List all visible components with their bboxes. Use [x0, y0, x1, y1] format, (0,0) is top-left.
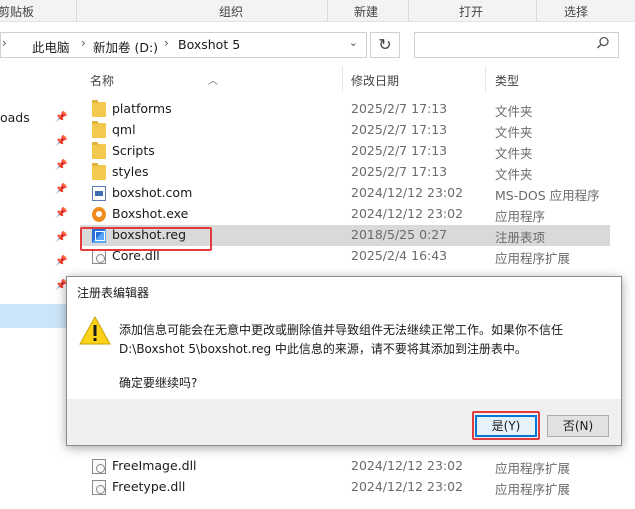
ribbon-separator [76, 0, 77, 22]
file-date: 2024/12/12 23:02 [351, 206, 464, 221]
search-icon [596, 36, 609, 49]
breadcrumb-this-pc[interactable]: 此电脑 [32, 37, 70, 56]
file-type: 应用程序 [495, 209, 546, 224]
nav-item-downloads-label[interactable]: oads [0, 110, 30, 125]
ribbon-group-clipboard: 剪贴板 [0, 5, 35, 19]
ribbon-separator [327, 0, 328, 22]
file-name: boxshot.com [112, 185, 193, 200]
address-bar[interactable]: › 此电脑 › 新加卷 (D:) › Boxshot 5 ⌄ [0, 32, 367, 58]
pin-icon: 📌 [55, 232, 68, 243]
file-type: 文件夹 [495, 125, 533, 140]
column-separator[interactable] [485, 66, 486, 92]
file-date: 2024/12/12 23:02 [351, 458, 464, 473]
pin-icon: 📌 [55, 208, 68, 219]
chevron-right-icon[interactable]: › [164, 36, 169, 50]
dialog-message-line2: D:\Boxshot 5\boxshot.reg 中此信息的来源，请不要将其添加… [119, 342, 527, 356]
ribbon-group-open: 打开 [459, 5, 484, 19]
file-row[interactable]: FreeImage.dll 2024/12/12 23:02 应用程序扩展 [80, 456, 635, 477]
pin-icon: 📌 [55, 112, 68, 123]
explorer-window: 剪贴板 组织 新建 打开 选择 › 此电脑 › 新加卷 (D:) › Boxsh… [0, 0, 635, 509]
file-name: qml [112, 122, 136, 137]
ribbon-group-organize: 组织 [219, 5, 244, 19]
pin-icon: 📌 [55, 160, 68, 171]
column-header-date[interactable]: 修改日期 [351, 72, 399, 89]
file-type: 文件夹 [495, 167, 533, 182]
dialog-message-line1: 添加信息可能会在无意中更改或删除值并导致组件无法继续正常工作。如果你不信任 [119, 323, 564, 337]
folder-icon [92, 121, 106, 138]
breadcrumb-boxshot5[interactable]: Boxshot 5 [178, 37, 240, 52]
file-type: 应用程序扩展 [495, 461, 571, 476]
file-row[interactable]: Freetype.dll 2024/12/12 23:02 应用程序扩展 [80, 477, 635, 498]
dialog-title: 注册表编辑器 [77, 286, 150, 300]
file-name: Scripts [112, 143, 155, 158]
ribbon-separator [536, 0, 537, 22]
file-type: 文件夹 [495, 146, 533, 161]
file-row[interactable]: qml 2025/2/7 17:13 文件夹 [80, 120, 635, 141]
warning-icon [79, 315, 111, 345]
ribbon-group-new: 新建 [354, 5, 379, 19]
file-type: 应用程序扩展 [495, 251, 571, 266]
msdos-app-icon [92, 186, 106, 201]
file-date: 2025/2/4 16:43 [351, 248, 448, 263]
sort-ascending-icon: ︿ [208, 76, 218, 87]
file-type: 应用程序扩展 [495, 482, 571, 497]
chevron-right-icon[interactable]: › [81, 36, 86, 50]
folder-icon [92, 100, 106, 117]
file-name: FreeImage.dll [112, 458, 197, 473]
file-name: platforms [112, 101, 172, 116]
file-row[interactable]: styles 2025/2/7 17:13 文件夹 [80, 162, 635, 183]
dll-file-icon [92, 249, 106, 264]
column-header-type[interactable]: 类型 [495, 72, 519, 89]
ribbon-group-labels: 剪贴板 组织 新建 打开 选择 [0, 0, 635, 22]
annotation-highlight-box [80, 227, 212, 251]
file-type: 注册表项 [495, 230, 546, 245]
dll-file-icon [92, 459, 106, 474]
file-name: styles [112, 164, 149, 179]
column-header-name[interactable]: 名称 [90, 72, 114, 89]
file-row[interactable]: platforms 2025/2/7 17:13 文件夹 [80, 99, 635, 120]
refresh-icon: ↻ [378, 35, 392, 54]
file-name: Boxshot.exe [112, 206, 189, 221]
file-row[interactable]: Boxshot.exe 2024/12/12 23:02 应用程序 [80, 204, 635, 225]
file-row[interactable]: boxshot.com 2024/12/12 23:02 MS-DOS 应用程序 [80, 183, 635, 204]
file-date: 2024/12/12 23:02 [351, 185, 464, 200]
chevron-right-icon: › [2, 36, 7, 50]
ribbon-separator [408, 0, 409, 22]
no-button[interactable]: 否(N) [547, 415, 609, 437]
file-type: 文件夹 [495, 104, 533, 119]
folder-icon [92, 142, 106, 159]
folder-icon [92, 163, 106, 180]
boxshot-app-icon [92, 207, 106, 222]
pin-icon: 📌 [55, 256, 68, 267]
pin-icon: 📌 [55, 136, 68, 147]
file-date: 2025/2/7 17:13 [351, 143, 448, 158]
file-date: 2024/12/12 23:02 [351, 479, 464, 494]
chevron-down-icon[interactable]: ⌄ [349, 36, 358, 49]
dialog-confirm-question: 确定要继续吗? [119, 376, 198, 390]
column-headers: ︿ 名称 修改日期 类型 [80, 66, 635, 92]
nav-item-selected[interactable] [0, 304, 70, 328]
breadcrumb-drive-d[interactable]: 新加卷 (D:) [93, 37, 158, 56]
navigation-pane: oads 📌 📌 📌 📌 📌 📌 📌 📌 [0, 66, 72, 509]
file-row[interactable]: Scripts 2025/2/7 17:13 文件夹 [80, 141, 635, 162]
ribbon-group-select: 选择 [564, 5, 589, 19]
pin-icon: 📌 [55, 184, 68, 195]
annotation-highlight-box [472, 411, 540, 440]
dll-file-icon [92, 480, 106, 495]
refresh-button[interactable]: ↻ [370, 32, 400, 58]
file-date: 2025/2/7 17:13 [351, 122, 448, 137]
file-name: Freetype.dll [112, 479, 186, 494]
file-type: MS-DOS 应用程序 [495, 188, 600, 203]
address-toolbar: › 此电脑 › 新加卷 (D:) › Boxshot 5 ⌄ ↻ [0, 22, 635, 66]
column-separator[interactable] [342, 66, 343, 92]
search-input[interactable] [414, 32, 619, 58]
file-date: 2025/2/7 17:13 [351, 164, 448, 179]
file-date: 2018/5/25 0:27 [351, 227, 448, 242]
dialog-titlebar[interactable]: 注册表编辑器 [67, 277, 621, 305]
registry-editor-dialog: 注册表编辑器 添加信息可能会在无意中更改或删除值并导致组件无法继续正常工作。如果… [66, 276, 622, 446]
file-date: 2025/2/7 17:13 [351, 101, 448, 116]
